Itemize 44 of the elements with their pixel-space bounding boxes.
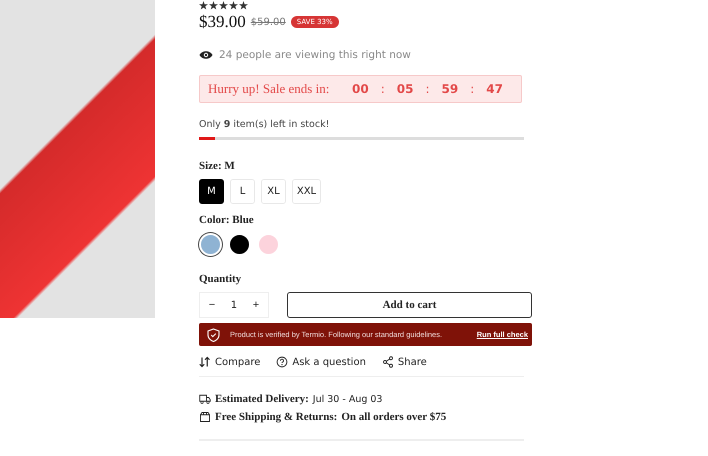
minus-button[interactable]: − xyxy=(206,299,218,311)
sale-label: Hurry up! Sale ends in: xyxy=(208,81,330,97)
old-price: $59.00 xyxy=(250,16,286,28)
star-icon xyxy=(239,1,248,10)
star-icon xyxy=(209,1,218,10)
color-label: Color: Blue xyxy=(199,214,255,226)
separator: : xyxy=(426,82,430,96)
truck-icon xyxy=(199,393,211,405)
countdown-digits: 05 xyxy=(396,82,414,96)
box-icon xyxy=(199,411,211,423)
sort-arrows-icon xyxy=(199,356,211,368)
separator: : xyxy=(380,82,385,96)
countdown-digits: 00 xyxy=(352,82,369,96)
shield-check-icon xyxy=(207,328,220,342)
info-value: On all orders over $75 xyxy=(341,411,446,423)
separator: : xyxy=(470,82,474,96)
add-to-cart-button[interactable]: Add to cart xyxy=(287,292,532,318)
countdown-digits: 59 xyxy=(442,82,458,96)
info-value: Jul 30 - Aug 03 xyxy=(312,394,382,404)
compare-button[interactable]: Compare xyxy=(199,356,260,368)
size-label: Size: M xyxy=(199,160,236,172)
star-icon xyxy=(199,1,208,10)
color-swatch[interactable] xyxy=(199,233,222,256)
quantity-field[interactable]: − 1 + xyxy=(199,292,269,318)
quantity-value: 1 xyxy=(230,300,238,310)
size-option[interactable]: XL xyxy=(261,179,286,204)
share-icon xyxy=(382,356,394,368)
quantity-label: Quantity xyxy=(199,273,242,285)
size-option[interactable]: XXL xyxy=(292,179,321,204)
info-label: Estimated Delivery: xyxy=(215,393,309,405)
eye-icon xyxy=(199,50,213,60)
plus-button[interactable]: + xyxy=(250,299,262,311)
question-button[interactable]: Ask a question xyxy=(276,356,366,368)
countdown-digits: 47 xyxy=(486,82,503,96)
question-icon xyxy=(276,356,288,368)
share-button[interactable]: Share xyxy=(382,356,427,368)
size-option[interactable]: M xyxy=(199,179,224,204)
star-icon xyxy=(219,1,228,10)
viewers-text: 24 people are viewing this right now xyxy=(219,49,411,61)
info-label: Free Shipping & Returns: xyxy=(215,411,338,423)
stock-text: Only 9 item(s) left in stock! xyxy=(199,119,330,130)
star-icon xyxy=(229,1,238,10)
price: $39.00 xyxy=(199,12,246,32)
size-option[interactable]: L xyxy=(230,179,255,204)
